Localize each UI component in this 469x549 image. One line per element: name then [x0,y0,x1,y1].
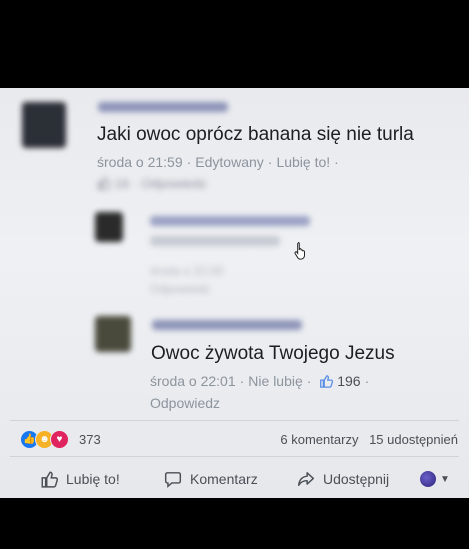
likes-count[interactable]: 196 [337,373,360,389]
post-stats: 6 komentarzy 15 udostępnień [280,432,458,447]
share-button-label: Udostępnij [323,471,390,487]
reply-link[interactable]: Odpowiedz [141,176,206,191]
like-button[interactable]: Lubię to! [40,470,120,488]
shares-count[interactable]: 15 udostępnień [369,432,458,447]
avatar[interactable] [22,102,66,148]
comment-timestamp[interactable]: środa o 22:01 [150,373,236,389]
commenter-name[interactable] [150,216,310,226]
share-arrow-icon [297,472,315,486]
thumbs-up-icon [320,375,334,388]
comment-text: Jaki owoc oprócz banana się nie turla [97,124,414,145]
comment-timestamp[interactable]: środa o 21:59 [97,154,183,170]
thumbs-up-icon [41,471,58,488]
facebook-post-screen: Jaki owoc oprócz banana się nie turla śr… [0,88,469,498]
commenter-name[interactable] [152,320,302,330]
unlike-link[interactable]: Nie lubię [248,373,302,389]
post-actions-bar: Lubię to! Komentarz Udostępnij ▼ [0,460,469,498]
avatar[interactable] [95,316,131,352]
comment-button-label: Komentarz [190,471,258,487]
comment-text: Owoc żywota Twojego Jezus [151,343,395,364]
comment-button[interactable]: Komentarz [164,470,258,488]
edited-label[interactable]: Edytowany [195,154,263,170]
like-button-label: Lubię to! [66,471,120,487]
hand-cursor-icon [294,242,305,260]
share-button[interactable]: Udostępnij [297,470,389,488]
divider [10,456,459,457]
comment-text-blurred [150,236,280,246]
comment-bubble-icon [164,472,182,488]
love-icon: ♥ [50,430,69,449]
avatar[interactable] [95,212,123,242]
comment-meta: środa o 22:01 · Nie lubię · 196 · [150,373,370,389]
reactions-summary[interactable]: 👍 ☻ ♥ 373 [20,430,101,449]
caret-down-icon: ▼ [440,473,450,485]
comment-timestamp[interactable]: środa o 22:00 [150,264,223,278]
profile-globe-icon [420,471,436,487]
like-link[interactable]: Lubię to! [276,154,330,170]
reply-link[interactable]: Odpowiedz [150,282,210,296]
reply-link[interactable]: Odpowiedz [150,395,220,411]
comments-count[interactable]: 6 komentarzy [280,432,358,447]
likes-count[interactable]: 16 [115,176,129,191]
divider [10,420,459,421]
comment-meta: środa o 21:59 · Edytowany · Lubię to! · [97,154,339,170]
comment-footer: 16 · Odpowiedz [97,176,206,191]
reactions-count[interactable]: 373 [79,432,101,447]
thumbs-up-icon [98,177,111,190]
audience-selector[interactable]: ▼ [420,471,450,487]
commenter-name[interactable] [98,102,228,112]
comment-meta: środa o 22:00 [150,264,223,278]
